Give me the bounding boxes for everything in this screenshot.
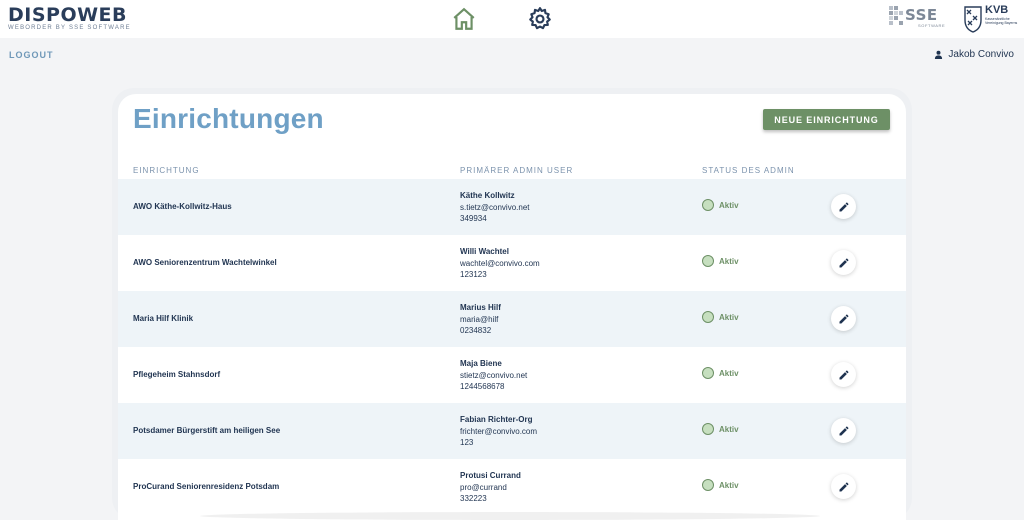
facility-name: Potsdamer Bürgerstift am heiligen See	[133, 426, 281, 435]
admin-id: 349934	[460, 214, 487, 223]
admin-info: Maja Biene stietz@convivo.net 1244568678	[460, 358, 527, 393]
table-row[interactable]: ProCurand Seniorenresidenz Potsdam Protu…	[118, 459, 906, 515]
status-dot-icon	[702, 255, 714, 267]
status-dot-icon	[702, 367, 714, 379]
status-label: Aktiv	[719, 200, 739, 210]
admin-id: 1244568678	[460, 382, 505, 391]
admin-email: maria@hilf	[460, 314, 499, 324]
brand-logo[interactable]: DISPOWEB WEBORDER BY SSE SOFTWARE	[8, 5, 131, 32]
status-label: Aktiv	[719, 256, 739, 266]
admin-email: frichter@convivo.com	[460, 426, 538, 436]
gear-icon[interactable]	[527, 6, 553, 32]
admin-info: Willi Wachtel wachtel@convivo.com 123123	[460, 246, 540, 281]
user-name: Jakob Convivo	[948, 49, 1014, 60]
admin-email: wachtel@convivo.com	[460, 258, 540, 268]
page-title: Einrichtungen	[133, 103, 324, 134]
facilities-table: AWO Käthe-Kollwitz-Haus Käthe Kollwitz s…	[118, 179, 906, 515]
status-badge: Aktiv	[702, 479, 739, 491]
column-header-admin-status[interactable]: STATUS DES ADMIN	[702, 166, 795, 175]
admin-name: Marius Hilf	[460, 303, 501, 312]
table-row[interactable]: Potsdamer Bürgerstift am heiligen See Fa…	[118, 403, 906, 459]
sub-header: LOGOUT Jakob Convivo	[0, 44, 1024, 66]
facility-name: Maria Hilf Klinik	[133, 314, 194, 323]
admin-id: 123	[460, 438, 474, 447]
table-row[interactable]: Maria Hilf Klinik Marius Hilf maria@hilf…	[118, 291, 906, 347]
pencil-icon	[839, 425, 849, 435]
card-bottom-shadow	[200, 512, 820, 520]
facility-name: Pflegeheim Stahnsdorf	[133, 370, 221, 379]
table-row[interactable]: AWO Seniorenzentrum Wachtelwinkel Willi …	[118, 235, 906, 291]
kvb-logo-subtext: Kassenärztliche Vereinigung Bayerns	[985, 17, 1018, 25]
status-dot-icon	[702, 311, 714, 323]
status-dot-icon	[702, 423, 714, 435]
status-label: Aktiv	[719, 312, 739, 322]
edit-button[interactable]	[831, 306, 856, 331]
edit-button[interactable]	[831, 474, 856, 499]
status-badge: Aktiv	[702, 311, 739, 323]
pencil-icon	[839, 313, 849, 323]
edit-button[interactable]	[831, 362, 856, 387]
facility-name: ProCurand Seniorenresidenz Potsdam	[133, 482, 280, 491]
edit-button[interactable]	[831, 250, 856, 275]
top-header: DISPOWEB WEBORDER BY SSE SOFTWARE SSE SO…	[0, 0, 1024, 38]
admin-name: Käthe Kollwitz	[460, 191, 515, 200]
facility-name: AWO Käthe-Kollwitz-Haus	[133, 202, 232, 211]
admin-id: 123123	[460, 270, 487, 279]
admin-name: Fabian Richter-Org	[460, 415, 533, 424]
table-row[interactable]: Pflegeheim Stahnsdorf Maja Biene stietz@…	[118, 347, 906, 403]
pencil-icon	[839, 257, 849, 267]
home-icon[interactable]	[451, 6, 477, 32]
admin-info: Marius Hilf maria@hilf 0234832	[460, 302, 501, 337]
status-badge: Aktiv	[702, 423, 739, 435]
logout-link[interactable]: LOGOUT	[9, 50, 54, 60]
admin-name: Willi Wachtel	[460, 247, 509, 256]
edit-button[interactable]	[831, 194, 856, 219]
sse-logo-subtext: SOFTWARE	[918, 23, 946, 28]
user-icon	[935, 50, 943, 59]
status-label: Aktiv	[719, 368, 739, 378]
pencil-icon	[839, 201, 849, 211]
admin-name: Maja Biene	[460, 359, 502, 368]
admin-email: stietz@convivo.net	[460, 370, 528, 380]
admin-id: 0234832	[460, 326, 492, 335]
edit-button[interactable]	[831, 418, 856, 443]
admin-id: 332223	[460, 494, 487, 503]
admin-name: Protusi Currand	[460, 471, 521, 480]
status-label: Aktiv	[719, 480, 739, 490]
status-dot-icon	[702, 479, 714, 491]
status-badge: Aktiv	[702, 255, 739, 267]
status-dot-icon	[702, 199, 714, 211]
admin-email: pro@currand	[460, 482, 507, 492]
facilities-card: Einrichtungen NEUE EINRICHTUNG EINRICHTU…	[118, 94, 906, 520]
admin-info: Fabian Richter-Org frichter@convivo.com …	[460, 414, 537, 449]
brand-title: DISPOWEB	[8, 4, 128, 26]
admin-info: Käthe Kollwitz s.tietz@convivo.net 34993…	[460, 190, 529, 225]
kvb-logo-text: KVB	[985, 4, 1009, 16]
status-badge: Aktiv	[702, 199, 739, 211]
status-badge: Aktiv	[702, 367, 739, 379]
sse-logo-text: SSE	[905, 6, 938, 24]
facility-name: AWO Seniorenzentrum Wachtelwinkel	[133, 258, 277, 267]
pencil-icon	[839, 481, 849, 491]
status-label: Aktiv	[719, 424, 739, 434]
new-facility-button[interactable]: NEUE EINRICHTUNG	[763, 109, 890, 130]
column-header-primary-admin[interactable]: PRIMÄRER ADMIN USER	[460, 166, 573, 175]
brand-subtitle: WEBORDER BY SSE SOFTWARE	[8, 25, 131, 31]
column-header-facility[interactable]: EINRICHTUNG	[133, 166, 200, 175]
pencil-icon	[839, 369, 849, 379]
user-menu[interactable]: Jakob Convivo	[934, 49, 1014, 60]
admin-info: Protusi Currand pro@currand 332223	[460, 470, 521, 505]
admin-email: s.tietz@convivo.net	[460, 202, 530, 212]
table-row[interactable]: AWO Käthe-Kollwitz-Haus Käthe Kollwitz s…	[118, 179, 906, 235]
